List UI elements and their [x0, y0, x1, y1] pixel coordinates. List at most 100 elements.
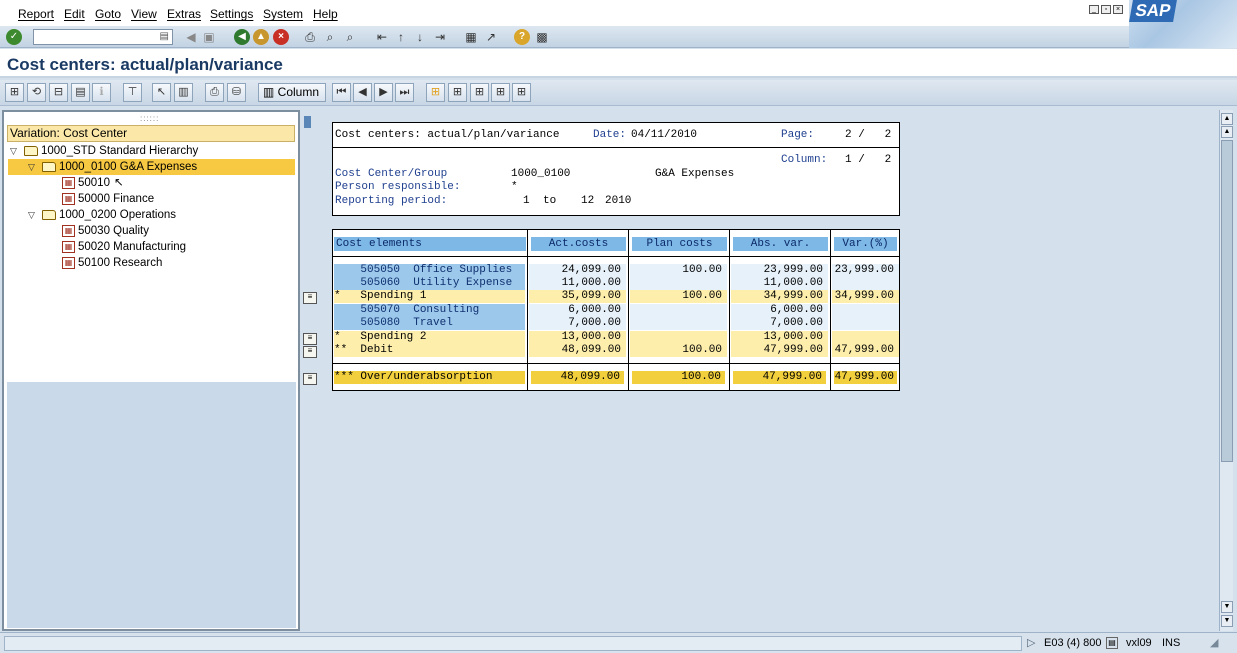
row-label[interactable]: 505060 Utility Expense — [334, 277, 525, 290]
var-cell — [832, 317, 899, 330]
layout-a-icon[interactable]: ⊞ — [426, 83, 445, 102]
layout-d-icon[interactable]: ⊞ — [491, 83, 510, 102]
layout-c-icon[interactable]: ⊞ — [470, 83, 489, 102]
column-header-var-pct[interactable]: Var.(%) — [834, 237, 897, 251]
minimize-icon[interactable]: _ — [1089, 5, 1099, 14]
menu-settings[interactable]: Settings — [210, 7, 253, 21]
row-label[interactable]: ** Debit — [334, 344, 525, 357]
find-icon[interactable]: ⌕ — [322, 29, 338, 45]
tree-node-ga-expenses[interactable]: ▽ 1000_0100 G&A Expenses — [8, 159, 295, 175]
command-field[interactable]: ▤ — [33, 29, 173, 45]
row-label[interactable]: * Spending 2 — [334, 331, 525, 344]
command-history-icon[interactable]: ▤ — [160, 31, 169, 42]
first-column-icon[interactable]: ⏮ — [332, 83, 351, 102]
collapse-triangle-icon[interactable]: ▽ — [28, 207, 38, 223]
next-column-icon[interactable]: ▶ — [374, 83, 393, 102]
tree-node-standard-hierarchy[interactable]: ▽ 1000_STD Standard Hierarchy — [10, 143, 198, 159]
status-toggle-icon[interactable]: ▷ — [1027, 636, 1035, 651]
save-icon[interactable]: ▣ — [201, 29, 217, 45]
row-label[interactable]: 505080 Travel — [334, 317, 525, 330]
row-label[interactable]: 505070 Consulting — [334, 304, 525, 317]
row-label[interactable]: 505050 Office Supplies — [334, 264, 525, 277]
plan-cell: 100.00 — [630, 264, 727, 277]
column-header-cost-elements[interactable]: Cost elements — [334, 237, 526, 251]
system-info-icon[interactable]: ▤ — [1106, 637, 1118, 649]
collapse-triangle-icon[interactable]: ▽ — [28, 159, 38, 175]
menu-help[interactable]: Help — [313, 7, 338, 21]
enter-icon[interactable]: ✓ — [6, 29, 22, 45]
print-icon[interactable]: ⎙ — [302, 29, 318, 45]
menu-report[interactable]: Report — [18, 7, 54, 21]
column-header-act-costs[interactable]: Act.costs — [531, 237, 626, 251]
tree-node-50100[interactable]: ▦ 50100 Research — [62, 255, 162, 271]
cost-center-icon: ▦ — [62, 176, 75, 189]
hierarchy-node-icon[interactable]: ≡ — [303, 292, 317, 304]
layout-e-icon[interactable]: ⊞ — [512, 83, 531, 102]
hierarchy-icon[interactable]: ⊞ — [5, 83, 24, 102]
cancel-icon[interactable]: × — [273, 29, 289, 45]
splitter-grip[interactable]: :::::: — [140, 114, 159, 123]
collapse-icon[interactable]: ◀ — [183, 29, 199, 45]
exit-icon[interactable]: ▲ — [253, 29, 269, 45]
collapse-triangle-icon[interactable]: ▽ — [10, 143, 20, 159]
scroll-down-icon[interactable]: ▼ — [1221, 601, 1233, 613]
scroll-top-icon[interactable]: ▲ — [1221, 113, 1233, 125]
menu-system[interactable]: System — [263, 7, 303, 21]
column-button[interactable]: ▥ Column — [258, 83, 326, 102]
shortcut-icon[interactable]: ↗ — [483, 29, 499, 45]
column-header-plan-costs[interactable]: Plan costs — [632, 237, 727, 251]
tree-node-50000[interactable]: ▦ 50000 Finance — [62, 191, 154, 207]
tree-node-50030[interactable]: ▦ 50030 Quality — [62, 223, 149, 239]
scroll-up-icon[interactable]: ▲ — [1221, 126, 1233, 138]
print-report-icon[interactable]: ⎙ — [205, 83, 224, 102]
hierarchy-node-icon[interactable]: ≡ — [303, 346, 317, 358]
maximize-icon[interactable]: ▫ — [1101, 5, 1111, 14]
abs-cell: 7,000.00 — [731, 317, 828, 330]
layout-b-icon[interactable]: ⊞ — [448, 83, 467, 102]
menu-edit[interactable]: Edit — [64, 7, 85, 21]
tree-node-50010[interactable]: ▦ 50010 ↖ — [62, 175, 124, 191]
tree-node-label: 50010 — [78, 177, 110, 189]
vertical-scrollbar[interactable]: ▲ ▲ ▼ ▼ — [1219, 110, 1233, 631]
last-page-icon[interactable]: ⇥ — [432, 29, 448, 45]
close-window-icon[interactable]: × — [1113, 5, 1123, 14]
prev-column-icon[interactable]: ◀ — [353, 83, 372, 102]
expand-icon[interactable]: ⊟ — [49, 83, 68, 102]
application-toolbar: ⊞ ⟲ ⊟ ▤ ℹ ⊤ ↖ ▥ ⎙ ⛁ ▥ Column ⏮ ◀ ▶ ⏭ ⊞ ⊞… — [0, 80, 1237, 106]
help-icon[interactable]: ? — [514, 29, 530, 45]
tree-node-operations[interactable]: ▽ 1000_0200 Operations — [28, 207, 176, 223]
navigation-icon[interactable]: ⟲ — [27, 83, 46, 102]
scroll-bottom-icon[interactable]: ▼ — [1221, 615, 1233, 627]
select-icon[interactable]: ↖ — [152, 83, 171, 102]
first-page-icon[interactable]: ⇤ — [374, 29, 390, 45]
menu-goto[interactable]: Goto — [95, 7, 121, 21]
columns-icon[interactable]: ▥ — [174, 83, 193, 102]
info-icon[interactable]: ℹ — [92, 83, 111, 102]
var-cell: 47,999.00 — [832, 344, 899, 357]
prev-page-icon[interactable]: ↑ — [393, 29, 409, 45]
total-row-label[interactable]: *** Over/underabsorption — [334, 371, 525, 384]
filter-icon[interactable]: ⊤ — [123, 83, 142, 102]
column-header-abs-var[interactable]: Abs. var. — [733, 237, 828, 251]
person-label: Person responsible: — [335, 181, 461, 193]
act-cell: 24,099.00 — [529, 264, 626, 277]
row-label[interactable]: * Spending 1 — [334, 290, 525, 303]
list-icon[interactable]: ▤ — [71, 83, 90, 102]
find-next-icon[interactable]: ⌕ — [342, 29, 358, 45]
date-value: 04/11/2010 — [631, 129, 698, 141]
hierarchy-node-icon[interactable]: ≡ — [303, 373, 317, 385]
scrollbar-thumb[interactable] — [1221, 140, 1233, 462]
export-icon[interactable]: ⛁ — [227, 83, 246, 102]
layout-icon[interactable]: ▩ — [534, 29, 550, 45]
back-icon[interactable]: ◀ — [234, 29, 250, 45]
hierarchy-node-icon[interactable]: ≡ — [303, 333, 317, 345]
tree-node-50020[interactable]: ▦ 50020 Manufacturing — [62, 239, 186, 255]
last-column-icon[interactable]: ⏭ — [395, 83, 414, 102]
insert-mode: INS — [1162, 637, 1181, 649]
resize-grip-icon[interactable]: ◢ — [1210, 636, 1218, 651]
menu-view[interactable]: View — [131, 7, 157, 21]
menu-extras[interactable]: Extras — [167, 7, 201, 21]
page-value: 2 / 2 — [845, 129, 892, 141]
next-page-icon[interactable]: ↓ — [412, 29, 428, 45]
new-session-icon[interactable]: ▦ — [463, 29, 479, 45]
